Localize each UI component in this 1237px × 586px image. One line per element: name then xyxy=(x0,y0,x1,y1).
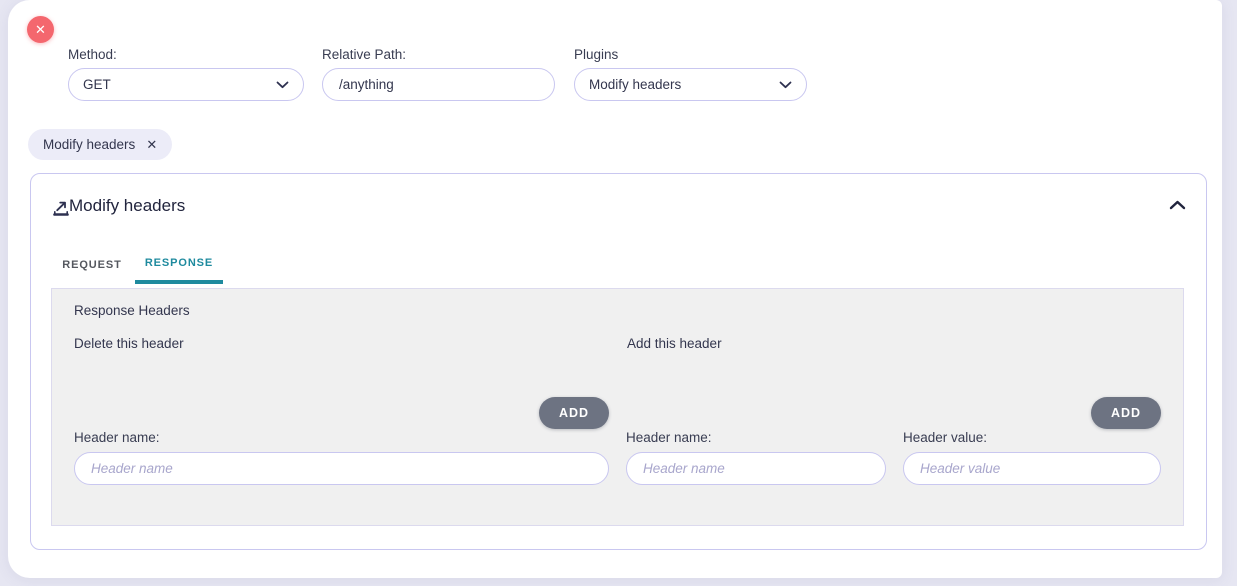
add-header-name-input[interactable] xyxy=(626,452,886,485)
chevron-down-icon xyxy=(276,81,289,89)
plugin-chip-label: Modify headers xyxy=(43,137,135,152)
add-header-value-input[interactable] xyxy=(903,452,1161,485)
add-header-group-title: Add this header xyxy=(627,336,722,351)
delete-header-add-button[interactable]: ADD xyxy=(539,397,609,429)
plugins-label: Plugins xyxy=(574,47,618,62)
delete-header-name-input[interactable] xyxy=(74,452,609,485)
relative-path-input[interactable] xyxy=(337,76,540,93)
chevron-up-icon[interactable] xyxy=(1169,200,1186,210)
close-button[interactable]: ✕ xyxy=(27,16,54,43)
plugins-select[interactable]: Modify headers xyxy=(574,68,807,101)
add-header-add-button[interactable]: ADD xyxy=(1091,397,1161,429)
panel-title: Modify headers xyxy=(69,196,185,216)
close-icon: ✕ xyxy=(35,22,46,38)
chip-remove-icon[interactable]: ✕ xyxy=(146,137,157,153)
tab-response[interactable]: RESPONSE xyxy=(135,246,223,284)
delete-header-group-title: Delete this header xyxy=(74,336,184,351)
chevron-down-icon xyxy=(779,81,792,89)
add-header-value-label: Header value: xyxy=(903,430,987,445)
modify-headers-panel: Modify headers REQUEST RESPONSE Response… xyxy=(30,173,1207,550)
modify-headers-icon xyxy=(52,199,70,217)
plugins-select-value: Modify headers xyxy=(589,77,681,92)
plugin-chip-modify-headers: Modify headers ✕ xyxy=(28,129,172,160)
response-tab-body: Response Headers Delete this header Add … xyxy=(51,288,1184,526)
delete-header-name-label: Header name: xyxy=(74,430,160,445)
method-select-value: GET xyxy=(83,77,111,92)
add-header-name-label: Header name: xyxy=(626,430,712,445)
page-background: ✕ Method: GET Relative Path: Plugins Mod… xyxy=(0,0,1237,586)
relative-path-field-wrap xyxy=(322,68,555,101)
tab-request[interactable]: REQUEST xyxy=(49,246,135,284)
section-title: Response Headers xyxy=(74,303,190,318)
method-label: Method: xyxy=(68,47,117,62)
relative-path-label: Relative Path: xyxy=(322,47,406,62)
method-select[interactable]: GET xyxy=(68,68,304,101)
